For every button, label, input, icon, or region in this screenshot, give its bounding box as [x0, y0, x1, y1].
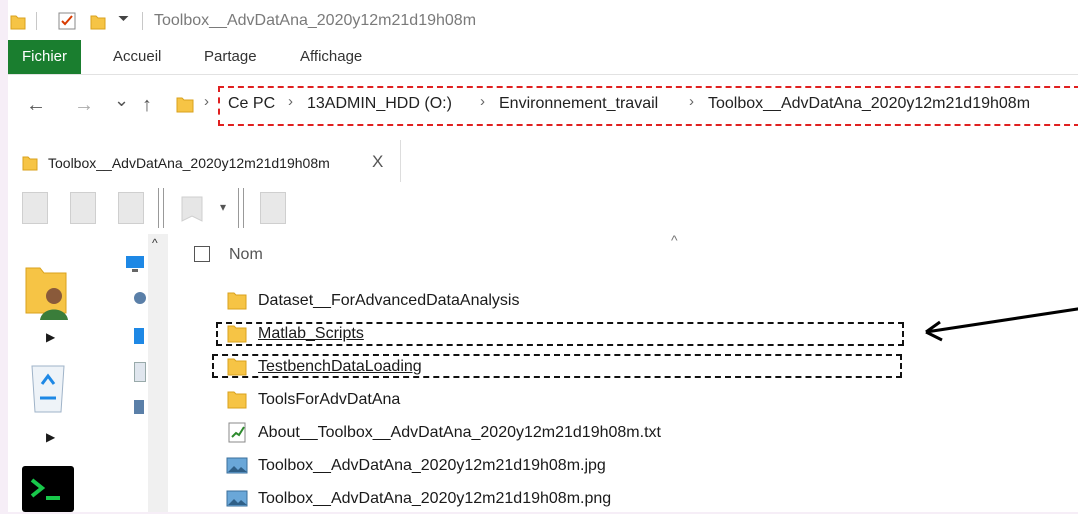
document-icon[interactable] — [70, 192, 96, 224]
sort-ascending-icon[interactable]: ^ — [671, 232, 678, 248]
folder-icon — [227, 391, 247, 409]
back-button[interactable]: ← — [26, 94, 46, 117]
list-item[interactable]: Dataset__ForAdvancedDataAnalysis — [226, 286, 926, 316]
explorer-window: ⏷ Toolbox__AdvDatAna_2020y12m21d19h08m F… — [8, 0, 1078, 512]
breadcrumb-environnement[interactable]: Environnement_travail — [499, 95, 658, 113]
title-bar: ⏷ Toolbox__AdvDatAna_2020y12m21d19h08m — [8, 0, 1078, 40]
terminal-icon[interactable] — [22, 466, 74, 512]
expand-icon[interactable]: ▶ — [46, 430, 55, 444]
chevron-right-icon[interactable]: › — [204, 93, 209, 110]
network-icon[interactable] — [132, 290, 148, 306]
list-item[interactable]: ToolsForAdvDatAna — [226, 385, 926, 415]
tab-label: Toolbox__AdvDatAna_2020y12m21d19h08m — [48, 155, 330, 171]
chevron-right-icon[interactable]: › — [480, 93, 485, 110]
close-icon[interactable]: X — [372, 152, 383, 172]
scroll-up-icon[interactable]: ^ — [152, 236, 158, 250]
window-title: Toolbox__AdvDatAna_2020y12m21d19h08m — [154, 12, 477, 29]
tab-row: Toolbox__AdvDatAna_2020y12m21d19h08m X — [8, 138, 1078, 182]
chevron-right-icon[interactable]: › — [288, 93, 293, 110]
document-icon[interactable] — [118, 192, 144, 224]
list-item[interactable]: Toolbox__AdvDatAna_2020y12m21d19h08m.jpg — [226, 451, 926, 481]
nav-scrollbar[interactable]: ^ — [148, 234, 168, 512]
folder-icon — [176, 97, 194, 113]
folder-icon[interactable] — [10, 12, 26, 30]
column-header-name[interactable]: Nom — [229, 246, 263, 264]
pictures-icon[interactable] — [134, 400, 144, 414]
breadcrumb-drive[interactable]: 13ADMIN_HDD (O:) — [307, 95, 452, 113]
arrow-icon — [925, 307, 1078, 342]
breadcrumb-toolbox[interactable]: Toolbox__AdvDatAna_2020y12m21d19h08m — [708, 95, 1030, 113]
expand-icon[interactable]: ▶ — [46, 330, 55, 344]
document-icon[interactable] — [260, 192, 286, 224]
image-file-icon — [226, 457, 248, 474]
folder-tab[interactable]: Toolbox__AdvDatAna_2020y12m21d19h08m X — [8, 140, 401, 182]
toolbar: ▾ — [8, 184, 1078, 234]
document-icon[interactable] — [22, 192, 48, 224]
recycle-bin-icon[interactable] — [24, 360, 72, 414]
list-item[interactable]: Toolbox__AdvDatAna_2020y12m21d19h08m.png — [226, 484, 926, 514]
address-bar: ← → ⌄ ↑ › Ce PC › 13ADMIN_HDD (O:) › Env… — [8, 78, 1078, 134]
tab-affichage[interactable]: Affichage — [300, 40, 362, 74]
user-folder-icon[interactable] — [24, 262, 72, 320]
documents-icon[interactable] — [134, 362, 146, 382]
computer-icon[interactable] — [124, 254, 148, 274]
recent-locations-button[interactable]: ⌄ — [114, 90, 129, 111]
ribbon: Fichier Accueil Partage Affichage — [8, 40, 1078, 75]
desktop-icon[interactable] — [134, 328, 144, 344]
file-list: Nom ^ Dataset__ForAdvancedDataAnalysis M… — [176, 232, 1078, 514]
highlight-box — [212, 354, 902, 378]
dropdown-icon[interactable]: ⏷ — [118, 10, 129, 27]
folder-icon — [22, 156, 38, 171]
up-button[interactable]: ↑ — [142, 94, 152, 117]
text-file-icon — [228, 422, 246, 443]
highlight-box — [216, 322, 904, 346]
tab-partage[interactable]: Partage — [204, 40, 257, 74]
folder-icon[interactable] — [180, 194, 204, 224]
breadcrumb-ce-pc[interactable]: Ce PC — [228, 95, 275, 113]
navigation-pane: ▶ ▶ — [8, 234, 153, 512]
forward-button[interactable]: → — [74, 94, 94, 117]
list-item[interactable]: About__Toolbox__AdvDatAna_2020y12m21d19h… — [226, 418, 926, 448]
chevron-right-icon[interactable]: › — [689, 93, 694, 110]
select-all-checkbox[interactable] — [194, 246, 210, 262]
image-file-icon — [226, 490, 248, 507]
tab-accueil[interactable]: Accueil — [113, 40, 161, 74]
checkmark-icon[interactable] — [58, 12, 76, 30]
folder-icon[interactable] — [90, 12, 106, 30]
tab-fichier[interactable]: Fichier — [8, 40, 81, 74]
dropdown-icon[interactable]: ▾ — [220, 200, 226, 214]
folder-icon — [227, 292, 247, 310]
